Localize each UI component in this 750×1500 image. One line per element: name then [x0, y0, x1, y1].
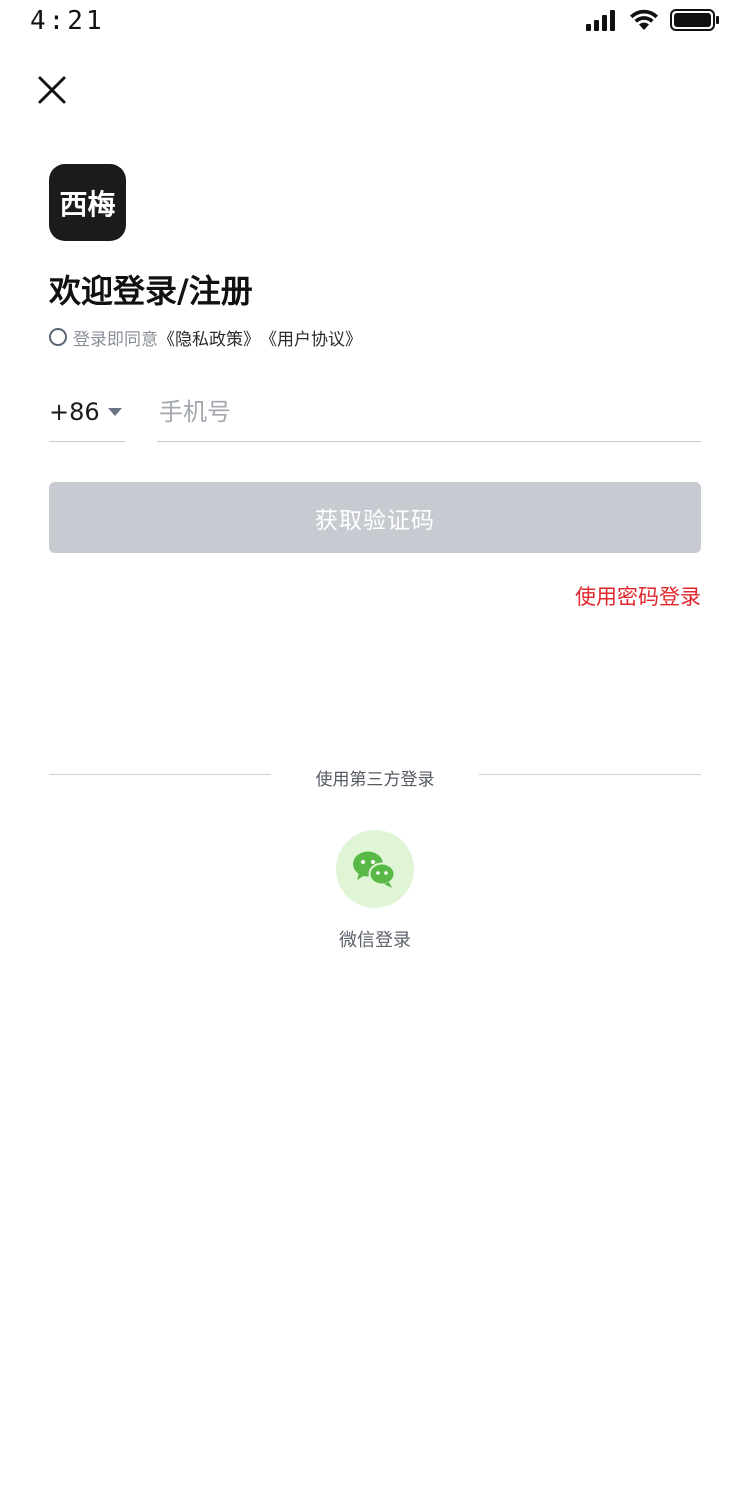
close-button[interactable] [36, 74, 68, 106]
login-screen: 4:21 西梅 欢迎登录/注册 登录即同意 《隐私政策》 《用户协议》 +86 … [0, 0, 750, 1500]
agreement-checkbox[interactable] [49, 328, 67, 346]
divider-left [49, 774, 271, 775]
app-logo-text: 西梅 [59, 187, 116, 221]
agreement-text: 登录即同意 [73, 329, 158, 350]
third-party-heading: 使用第三方登录 [315, 770, 435, 790]
wechat-icon [353, 851, 396, 888]
page-title: 欢迎登录/注册 [49, 272, 253, 310]
wechat-login-label: 微信登录 [339, 930, 411, 951]
wifi-icon [630, 9, 658, 30]
caret-down-icon [107, 407, 122, 416]
app-logo: 西梅 [49, 164, 126, 241]
divider-right [479, 774, 701, 775]
status-icons [586, 8, 720, 32]
user-agreement-link[interactable]: 《用户协议》 [260, 325, 362, 350]
status-time: 4:21 [30, 6, 105, 36]
close-icon [38, 76, 66, 104]
cellular-signal-icon [586, 10, 615, 31]
country-code-selector[interactable]: +86 [49, 382, 125, 442]
wechat-login-button[interactable] [336, 830, 414, 908]
get-verification-code-button[interactable]: 获取验证码 [49, 482, 701, 553]
password-login-link[interactable]: 使用密码登录 [575, 581, 701, 611]
battery-icon [670, 9, 719, 31]
status-bar: 4:21 [0, 0, 750, 44]
privacy-policy-link[interactable]: 《隐私政策》 [158, 325, 260, 350]
phone-number-input[interactable] [157, 382, 701, 442]
agreement-row: 登录即同意 《隐私政策》 《用户协议》 [49, 324, 362, 350]
country-code-value: +86 [49, 397, 100, 426]
